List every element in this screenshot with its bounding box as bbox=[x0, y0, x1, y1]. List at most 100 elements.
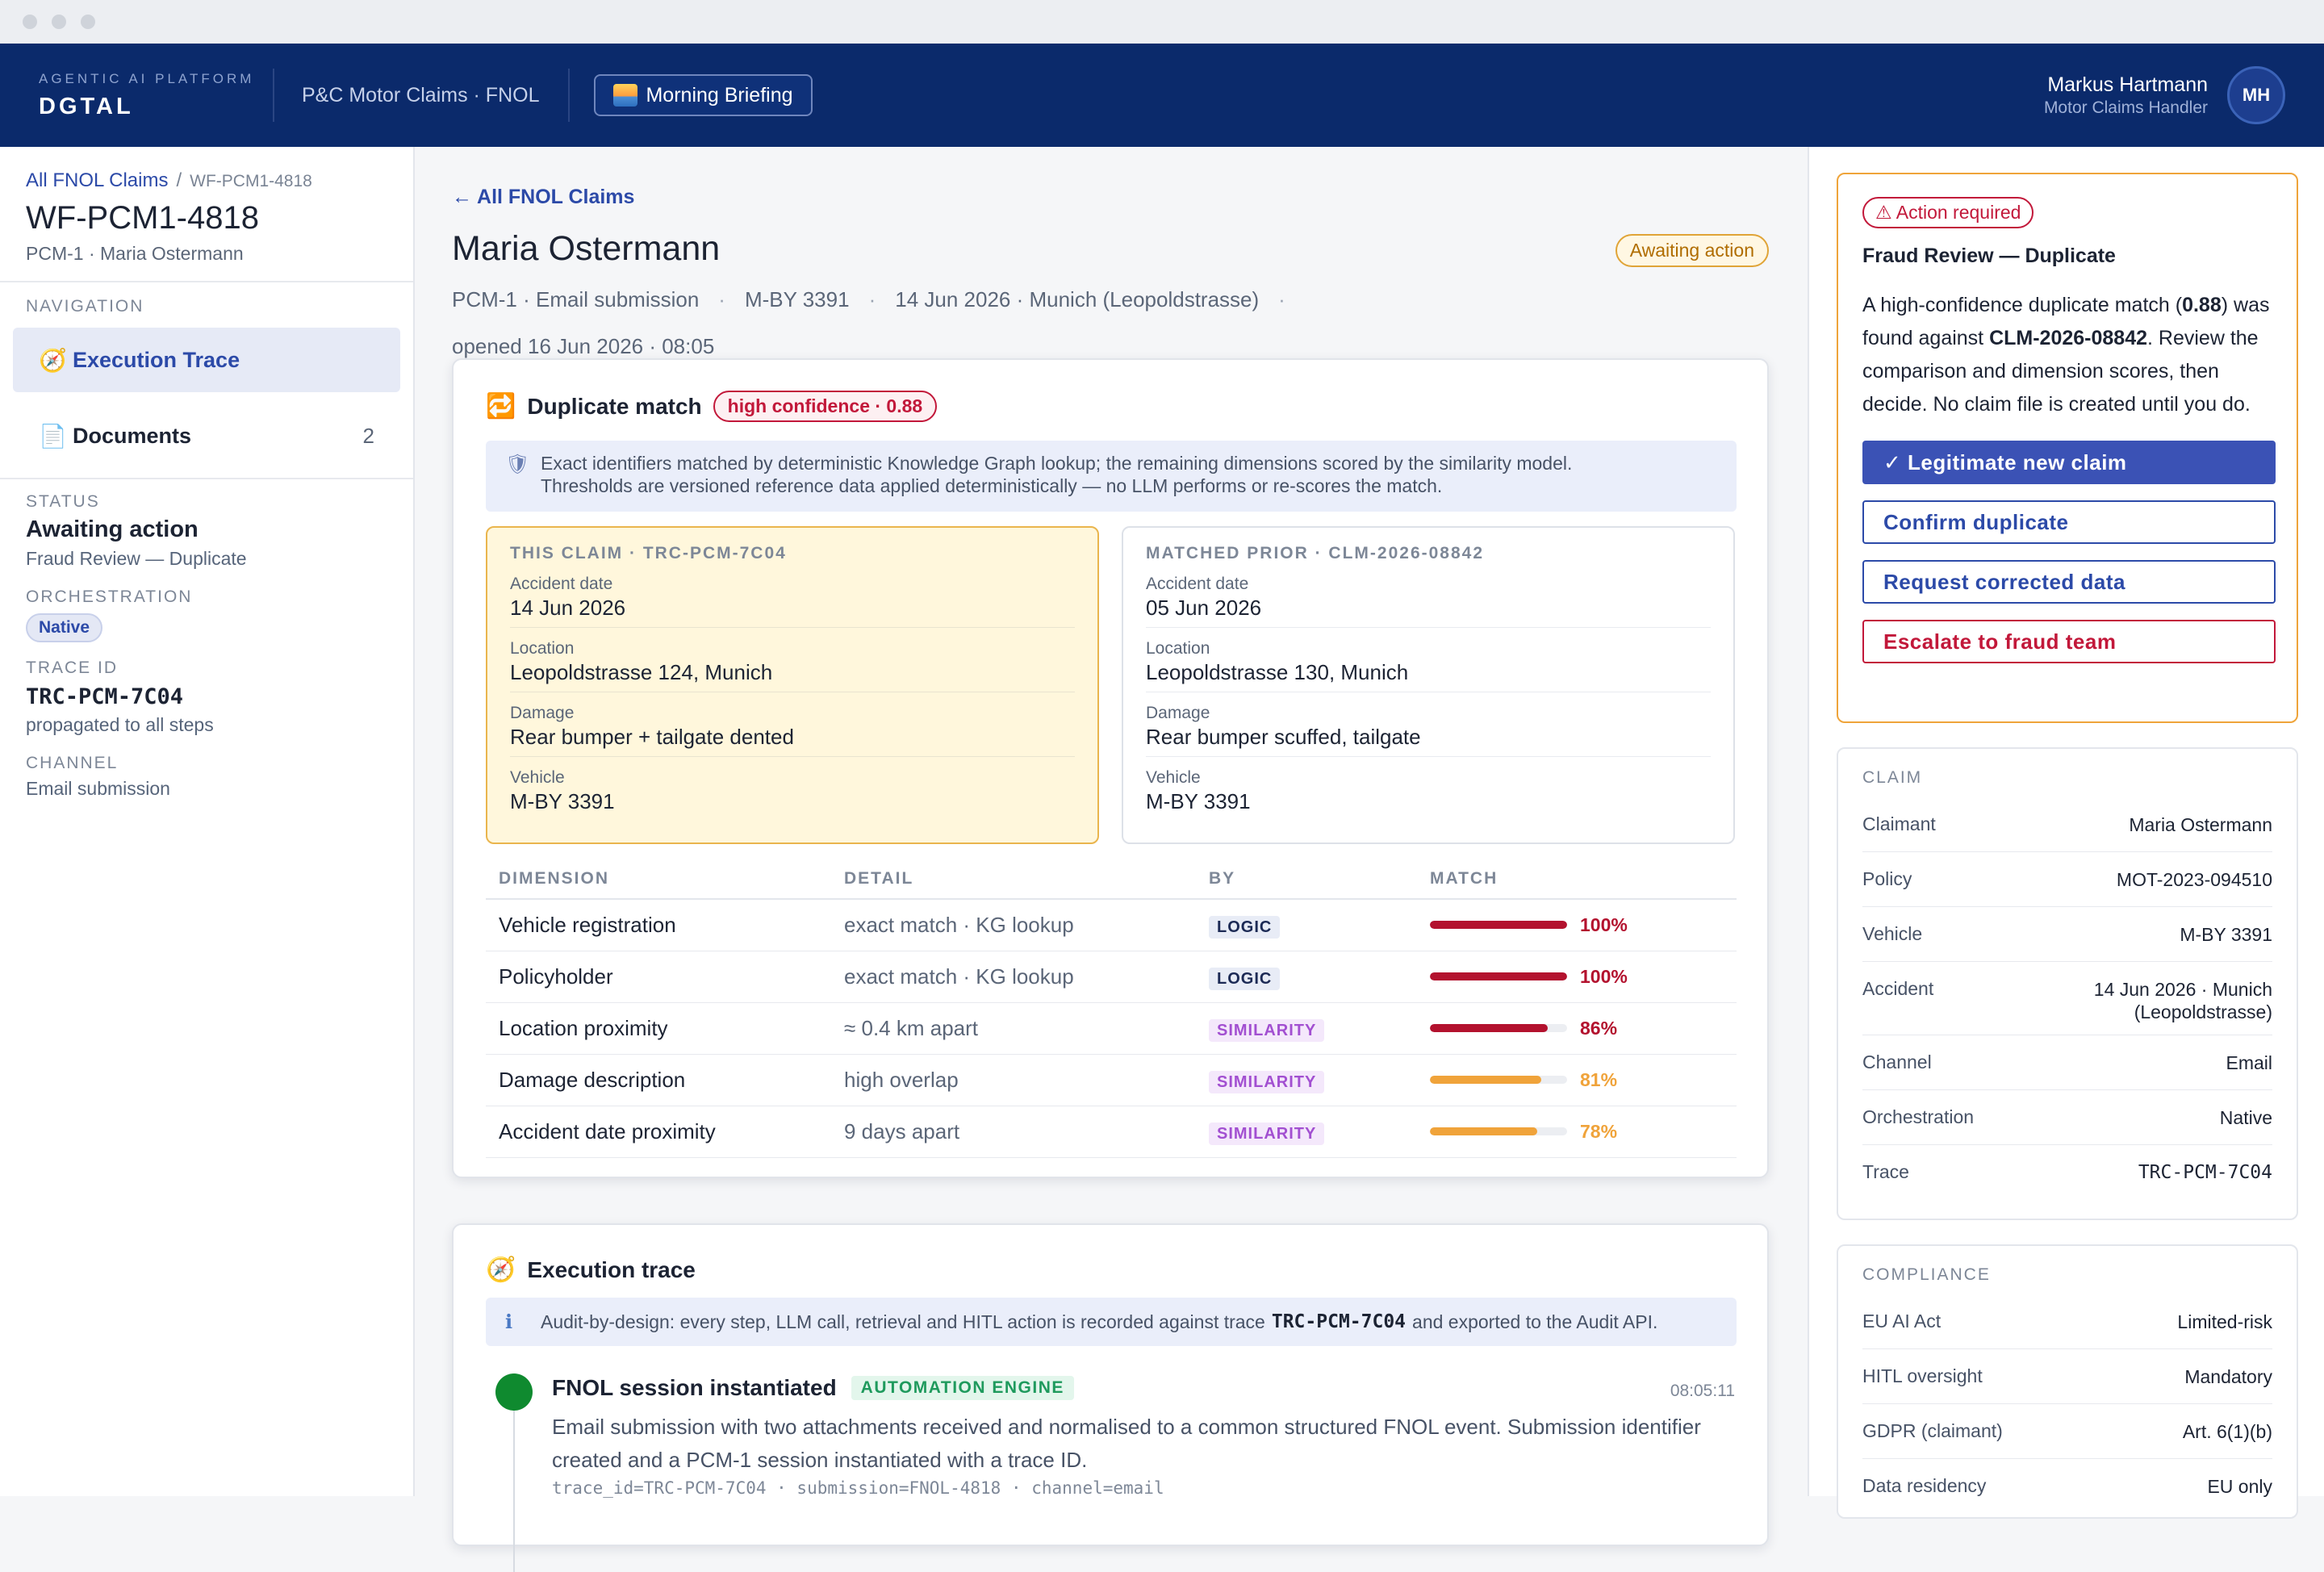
summary-row: Claimant Maria Ostermann bbox=[1862, 797, 2272, 852]
confirm-duplicate-button[interactable]: Confirm duplicate bbox=[1862, 500, 2276, 544]
claim-rows: Claimant Maria Ostermann Policy MOT-2023-09… bbox=[1862, 797, 2272, 1200]
compliance-card-heading: COMPLIANCE bbox=[1862, 1265, 1991, 1284]
audit-info: ℹ Audit-by-design: every step, LLM call,… bbox=[486, 1298, 1737, 1346]
summary-value: Email bbox=[2226, 1047, 2272, 1074]
breadcrumb-all-fnol-claims[interactable]: All FNOL Claims bbox=[26, 169, 168, 192]
summary-key: Vehicle bbox=[1862, 923, 1923, 944]
legitimate-new-claim-button[interactable]: ✓ Legitimate new claim bbox=[1862, 441, 2276, 484]
main-content: ← All FNOL Claims Maria Ostermann Awaiti… bbox=[415, 147, 1808, 1572]
column-header-by: BY bbox=[1196, 859, 1417, 900]
summary-value: MOT-2023-094510 bbox=[2117, 863, 2272, 891]
dimension-detail: ≈ 0.4 km apart bbox=[831, 1002, 1196, 1055]
value-line: M-BY 3391 bbox=[2180, 924, 2272, 945]
summary-value: M-BY 3391 bbox=[2180, 918, 2272, 946]
value-line: Limited-risk bbox=[2177, 1311, 2272, 1332]
match-bar-fill bbox=[1430, 921, 1567, 930]
request-corrected-data-button[interactable]: Request corrected data bbox=[1862, 560, 2276, 604]
window-close-dot[interactable] bbox=[23, 14, 37, 29]
value-line: EU only bbox=[2207, 1476, 2272, 1497]
trace-id-label: TRACE ID bbox=[26, 658, 119, 677]
column-header-dimension: DIMENSION bbox=[486, 859, 831, 900]
back-to-all-claims-link[interactable]: ← All FNOL Claims bbox=[452, 186, 634, 209]
meta-separator: · bbox=[718, 287, 725, 311]
user-menu[interactable]: Markus Hartmann Motor Claims Handler MH bbox=[2044, 66, 2324, 124]
summary-row: Channel Email bbox=[1862, 1035, 2272, 1090]
window-minimize-dot[interactable] bbox=[52, 14, 66, 29]
summary-row: Data residency EU only bbox=[1862, 1459, 2272, 1514]
confidence-badge: high confidence · 0.88 bbox=[713, 391, 938, 422]
compliance-card: COMPLIANCE EU AI Act Limited-risk HITL ove… bbox=[1837, 1244, 2298, 1519]
escalate-to-fraud-team-button[interactable]: Escalate to fraud team bbox=[1862, 620, 2276, 663]
summary-value: Mandatory bbox=[2184, 1361, 2272, 1388]
field-label: Accident date bbox=[510, 575, 613, 593]
dimension-name: Accident date proximity bbox=[486, 1106, 831, 1158]
summary-key: Channel bbox=[1862, 1051, 1932, 1072]
nav-item-execution-trace[interactable]: 🧭 Execution Trace bbox=[13, 328, 400, 392]
step-title: FNOL session instantiated bbox=[552, 1375, 837, 1400]
scorer-tag: SIMILARITY bbox=[1209, 1070, 1325, 1093]
summary-row: Policy MOT-2023-094510 bbox=[1862, 852, 2272, 907]
brand-name: DGTAL bbox=[39, 93, 134, 119]
workflow-subtitle: PCM-1 · Maria Ostermann bbox=[26, 243, 244, 264]
desc-text: A high-confidence duplicate match ( bbox=[1862, 294, 2183, 316]
summary-key: HITL oversight bbox=[1862, 1365, 1983, 1386]
match-percent: 86% bbox=[1580, 1017, 1618, 1039]
claim-summary-card: CLAIM Claimant Maria Ostermann Policy MOT-2… bbox=[1837, 747, 2298, 1220]
field-value: Rear bumper scuffed, tailgate bbox=[1146, 725, 1421, 749]
morning-briefing-button[interactable]: Morning Briefing bbox=[594, 74, 813, 116]
user-name: Markus Hartmann bbox=[2047, 73, 2208, 96]
summary-key: GDPR (claimant) bbox=[1862, 1420, 2003, 1441]
dimension-by-cell: LOGIC bbox=[1196, 899, 1417, 951]
field-value: Leopoldstrasse 130, Munich bbox=[1146, 660, 1409, 684]
dimension-by-cell: LOGIC bbox=[1196, 951, 1417, 1003]
window-maximize-dot[interactable] bbox=[81, 14, 95, 29]
summary-key: Claimant bbox=[1862, 813, 1936, 834]
dimension-by-cell: SIMILARITY bbox=[1196, 1106, 1417, 1158]
product-label: P&C Motor Claims · FNOL bbox=[274, 69, 571, 122]
desc-score: 0.88 bbox=[2182, 294, 2222, 316]
summary-row: Accident 14 Jun 2026 · Munich (Leopoldstra… bbox=[1862, 962, 2272, 1035]
field-value: 05 Jun 2026 bbox=[1146, 596, 1262, 620]
table-header-row: DIMENSION DETAIL BY MATCH bbox=[486, 859, 1737, 900]
match-bar-fill bbox=[1430, 972, 1567, 980]
status-badge: Awaiting action bbox=[1615, 234, 1769, 267]
match-percent: 78% bbox=[1580, 1120, 1618, 1142]
comparison-row: Location Leopoldstrasse 124, Munich bbox=[510, 628, 1075, 692]
nav-item-documents[interactable]: 📄 Documents 2 bbox=[13, 403, 400, 468]
audit-info-prefix: Audit-by-design: every step, LLM call, r… bbox=[541, 1311, 1265, 1332]
duplicate-match-title: Duplicate match bbox=[527, 393, 702, 419]
avatar[interactable]: MH bbox=[2227, 66, 2285, 124]
scorer-tag: LOGIC bbox=[1209, 915, 1281, 939]
comparison-row: Damage Rear bumper + tailgate dented bbox=[510, 692, 1075, 757]
value-line: Maria Ostermann bbox=[2129, 814, 2272, 835]
dimension-by-cell: SIMILARITY bbox=[1196, 1002, 1417, 1055]
field-label: Location bbox=[1146, 639, 1210, 658]
value-line: Native bbox=[2219, 1107, 2272, 1128]
field-label: Vehicle bbox=[510, 768, 565, 787]
platform-label: AGENTIC AI PLATFORM bbox=[39, 70, 255, 86]
compliance-rows: EU AI Act Limited-risk HITL oversight Manda… bbox=[1862, 1294, 2272, 1514]
table-row: Vehicle registration exact match · KG loo… bbox=[486, 899, 1737, 951]
value-line: TRC-PCM-7C04 bbox=[2138, 1162, 2272, 1183]
brand[interactable]: AGENTIC AI PLATFORM DGTAL bbox=[0, 69, 274, 122]
summary-value: EU only bbox=[2207, 1470, 2272, 1498]
value-line: MOT-2023-094510 bbox=[2116, 869, 2272, 890]
summary-row: HITL oversight Mandatory bbox=[1862, 1349, 2272, 1404]
dimension-name: Location proximity bbox=[486, 1002, 831, 1055]
summary-value: Native bbox=[2220, 1102, 2272, 1129]
sunrise-icon bbox=[613, 84, 638, 107]
duplicate-match-card: 🔁 Duplicate match high confidence · 0.88… bbox=[452, 358, 1769, 1178]
comparison-row: Vehicle M-BY 3391 bbox=[510, 757, 1075, 821]
summary-key: EU AI Act bbox=[1862, 1311, 1942, 1332]
morning-briefing-label: Morning Briefing bbox=[646, 83, 793, 107]
table-row: Policyholder exact match · KG lookup LOGIC… bbox=[486, 951, 1737, 1003]
status-label: STATUS bbox=[26, 492, 100, 511]
field-value: M-BY 3391 bbox=[510, 789, 615, 813]
scorer-tag: SIMILARITY bbox=[1209, 1018, 1325, 1042]
compass-icon: 🧭 bbox=[486, 1256, 516, 1283]
step-header[interactable]: FNOL session instantiated AUTOMATION ENG… bbox=[552, 1375, 1074, 1401]
match-bar bbox=[1430, 972, 1567, 980]
match-bar-fill bbox=[1430, 1076, 1541, 1084]
dimension-match-cell: 100% bbox=[1417, 951, 1737, 1003]
channel-value: Email submission bbox=[26, 778, 170, 799]
